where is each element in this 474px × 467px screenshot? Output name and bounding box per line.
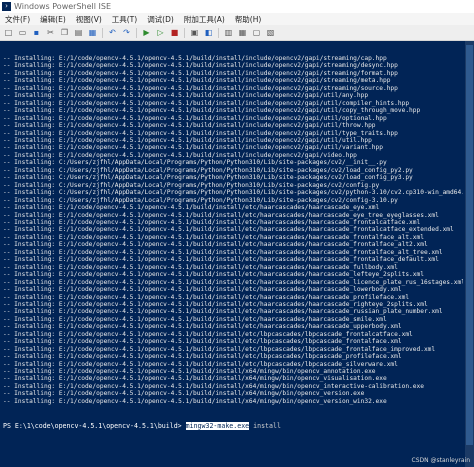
console-line: -- Installing: C:/Users/zjfhl/AppData/Lo… (3, 196, 398, 204)
console-line: -- Installing: E:/1/code/opencv-4.5.1/op… (3, 368, 376, 376)
command-prompt[interactable]: PS E:\1\code\opencv-4.5.1\opencv-4.5.1\b… (3, 422, 281, 430)
console-pane[interactable]: -- Installing: E:/1/code/opencv-4.5.1/op… (0, 41, 474, 467)
console-line: -- Installing: E:/1/code/opencv-4.5.1/op… (3, 204, 380, 212)
title-bar: › Windows PowerShell ISE (0, 0, 474, 13)
console-line: -- Installing: E:/1/code/opencv-4.5.1/op… (3, 375, 387, 383)
console-line: -- Installing: C:/Users/zjfhl/AppData/Lo… (3, 174, 413, 182)
toolbar-separator (136, 27, 137, 38)
redo-icon[interactable]: ↷ (121, 27, 132, 38)
copy-icon[interactable]: ❐ (59, 27, 70, 38)
undo-icon[interactable]: ↶ (107, 27, 118, 38)
console-line: -- Installing: E:/1/code/opencv-4.5.1/op… (3, 360, 398, 368)
console-line: -- Installing: E:/1/code/opencv-4.5.1/op… (3, 211, 439, 219)
prompt-args[interactable]: install (253, 422, 281, 430)
run-selection-icon[interactable]: ▷ (155, 27, 166, 38)
menu-view[interactable]: 视图(V) (71, 14, 107, 25)
console-line: -- Installing: E:/1/code/opencv-4.5.1/op… (3, 308, 443, 316)
start-powershell-icon[interactable]: ◧ (203, 27, 214, 38)
console-line: -- Installing: E:/1/code/opencv-4.5.1/op… (3, 248, 443, 256)
console-line: -- Installing: E:/1/code/opencv-4.5.1/op… (3, 256, 439, 264)
paste-icon[interactable]: ▤ (73, 27, 84, 38)
menu-help[interactable]: 帮助(H) (230, 14, 267, 25)
console-line: -- Installing: E:/1/code/opencv-4.5.1/op… (3, 271, 424, 279)
console-line: -- Installing: E:/1/code/opencv-4.5.1/op… (3, 397, 387, 405)
console-line: -- Installing: E:/1/code/opencv-4.5.1/op… (3, 323, 402, 331)
console-line: -- Installing: C:/Users/zjfhl/AppData/Lo… (3, 181, 380, 189)
remote-tab-icon[interactable]: ▣ (189, 27, 200, 38)
console-line: -- Installing: E:/1/code/opencv-4.5.1/op… (3, 99, 410, 107)
prompt-path: PS E:\1\code\opencv-4.5.1\opencv-4.5.1\b… (3, 422, 182, 430)
maximize-console-icon[interactable]: ▢ (251, 27, 262, 38)
console-line: -- Installing: C:/Users/zjfhl/AppData/Lo… (3, 166, 413, 174)
console-line: -- Installing: E:/1/code/opencv-4.5.1/op… (3, 263, 398, 271)
toolbar-separator (218, 27, 219, 38)
layout-icon[interactable]: ▦ (237, 27, 248, 38)
console-line: -- Installing: E:/1/code/opencv-4.5.1/op… (3, 151, 357, 159)
console-line: -- Installing: E:/1/code/opencv-4.5.1/op… (3, 293, 410, 301)
console-line: -- Installing: E:/1/code/opencv-4.5.1/op… (3, 353, 402, 361)
console-line: -- Installing: E:/1/code/opencv-4.5.1/op… (3, 300, 428, 308)
console-line: -- Installing: E:/1/code/opencv-4.5.1/op… (3, 114, 387, 122)
console-line: -- Installing: E:/1/code/opencv-4.5.1/op… (3, 330, 413, 338)
console-line: -- Installing: E:/1/code/opencv-4.5.1/op… (3, 136, 372, 144)
powershell-icon: › (2, 2, 11, 11)
console-line: -- Installing: E:/1/code/opencv-4.5.1/op… (3, 286, 402, 294)
show-script-pane-icon[interactable]: ▥ (223, 27, 234, 38)
run-icon[interactable]: ▶ (141, 27, 152, 38)
console-line: -- Installing: E:/1/code/opencv-4.5.1/op… (3, 382, 424, 390)
new-file-icon[interactable]: □ (3, 27, 14, 38)
console-line: -- Installing: E:/1/code/opencv-4.5.1/op… (3, 144, 383, 152)
menu-debug[interactable]: 调试(D) (142, 14, 179, 25)
cut-icon[interactable]: ✂ (45, 27, 56, 38)
scrollbar-thumb[interactable] (466, 45, 473, 445)
console-line: -- Installing: E:/1/code/opencv-4.5.1/op… (3, 55, 387, 62)
window-title: Windows PowerShell ISE (14, 2, 111, 11)
command-addon-icon[interactable]: ▧ (265, 27, 276, 38)
console-line: -- Installing: E:/1/code/opencv-4.5.1/op… (3, 218, 421, 226)
console-line: -- Installing: E:/1/code/opencv-4.5.1/op… (3, 77, 391, 85)
clear-icon[interactable]: ▦ (87, 27, 98, 38)
menu-addons[interactable]: 附加工具(A) (179, 14, 230, 25)
console-line: -- Installing: E:/1/code/opencv-4.5.1/op… (3, 226, 454, 234)
console-line: -- Installing: E:/1/code/opencv-4.5.1/op… (3, 241, 428, 249)
prompt-command[interactable]: mingw32-make.exe (185, 422, 250, 430)
toolbar-separator (102, 27, 103, 38)
console-line: -- Installing: E:/1/code/opencv-4.5.1/op… (3, 233, 424, 241)
console-line: -- Installing: E:/1/code/opencv-4.5.1/op… (3, 278, 463, 286)
watermark: CSDN @stanleyrain (411, 457, 471, 464)
console-line: -- Installing: E:/1/code/opencv-4.5.1/op… (3, 122, 376, 130)
vertical-scrollbar[interactable] (465, 41, 474, 467)
console-line: -- Installing: E:/1/code/opencv-4.5.1/op… (3, 129, 398, 137)
menu-edit[interactable]: 编辑(E) (35, 14, 71, 25)
console-line: -- Installing: E:/1/code/opencv-4.5.1/op… (3, 390, 365, 398)
stop-icon[interactable]: ■ (169, 27, 180, 38)
toolbar: □ ▭ ▪ ✂ ❐ ▤ ▦ ↶ ↷ ▶ ▷ ■ ▣ ◧ ▥ ▦ ▢ ▧ (0, 25, 474, 41)
console-line: -- Installing: C:/Users/zjfhl/AppData/Lo… (3, 159, 387, 167)
console-line: -- Installing: E:/1/code/opencv-4.5.1/op… (3, 84, 398, 92)
console-output: -- Installing: E:/1/code/opencv-4.5.1/op… (3, 55, 463, 405)
save-icon[interactable]: ▪ (31, 27, 42, 38)
console-line: -- Installing: E:/1/code/opencv-4.5.1/op… (3, 92, 369, 100)
console-line: -- Installing: E:/1/code/opencv-4.5.1/op… (3, 62, 398, 70)
console-line: -- Installing: E:/1/code/opencv-4.5.1/op… (3, 338, 402, 346)
console-line: -- Installing: E:/1/code/opencv-4.5.1/op… (3, 315, 387, 323)
menu-tools[interactable]: 工具(T) (107, 14, 142, 25)
console-line: -- Installing: C:/Users/zjfhl/AppData/Lo… (3, 189, 463, 197)
open-folder-icon[interactable]: ▭ (17, 27, 28, 38)
console-line: -- Installing: E:/1/code/opencv-4.5.1/op… (3, 107, 421, 115)
console-line: -- Installing: E:/1/code/opencv-4.5.1/op… (3, 69, 398, 77)
toolbar-separator (184, 27, 185, 38)
console-line: -- Installing: E:/1/code/opencv-4.5.1/op… (3, 345, 436, 353)
menu-bar: 文件(F) 编辑(E) 视图(V) 工具(T) 调试(D) 附加工具(A) 帮助… (0, 13, 474, 25)
menu-file[interactable]: 文件(F) (0, 14, 35, 25)
